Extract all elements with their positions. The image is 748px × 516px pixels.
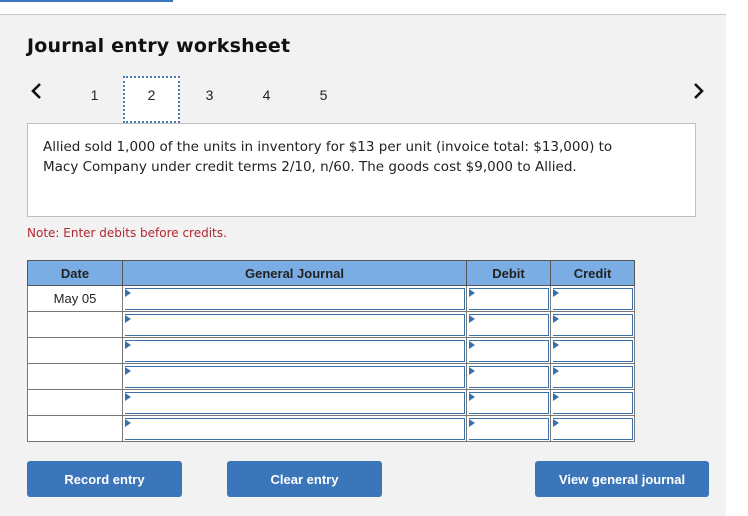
journal-row (27, 389, 635, 416)
question-text: Allied sold 1,000 of the units in invent… (43, 139, 613, 175)
date-cell[interactable]: May 05 (27, 285, 123, 312)
date-cell[interactable] (27, 311, 123, 338)
account-input[interactable] (125, 418, 465, 440)
credit-input[interactable] (553, 418, 633, 440)
account-cell (122, 363, 467, 390)
page-tab-3[interactable]: 3 (181, 76, 238, 123)
account-cell (122, 337, 467, 364)
credit-cell (550, 389, 635, 416)
column-header-credit: Credit (550, 260, 635, 286)
journal-row (27, 363, 635, 390)
account-input[interactable] (125, 366, 465, 388)
credit-cell (550, 363, 635, 390)
top-progress-bar (0, 0, 173, 2)
date-cell[interactable] (27, 415, 123, 442)
page-tab-4[interactable]: 4 (238, 76, 295, 123)
account-cell (122, 285, 467, 312)
debit-input[interactable] (469, 314, 549, 336)
account-input[interactable] (125, 288, 465, 310)
credit-input[interactable] (553, 366, 633, 388)
debit-cell (466, 363, 551, 390)
account-input[interactable] (125, 340, 465, 362)
credit-cell (550, 311, 635, 338)
debit-cell (466, 389, 551, 416)
journal-row (27, 415, 635, 442)
clear-entry-button[interactable]: Clear entry (227, 461, 382, 497)
debit-cell (466, 285, 551, 312)
debit-cell (466, 415, 551, 442)
credit-cell (550, 337, 635, 364)
credit-cell (550, 285, 635, 312)
debit-cell (466, 311, 551, 338)
debit-input[interactable] (469, 340, 549, 362)
chevron-right-icon[interactable] (693, 82, 705, 104)
debit-cell (466, 337, 551, 364)
debit-input[interactable] (469, 418, 549, 440)
journal-row: May 05 (27, 285, 635, 312)
journal-header-row: Date General Journal Debit Credit (27, 260, 635, 286)
page-tab-5[interactable]: 5 (295, 76, 352, 123)
question-box: Allied sold 1,000 of the units in invent… (27, 123, 696, 217)
date-cell[interactable] (27, 389, 123, 416)
credit-input[interactable] (553, 340, 633, 362)
debit-input[interactable] (469, 366, 549, 388)
view-general-journal-button[interactable]: View general journal (535, 461, 709, 497)
account-input[interactable] (125, 392, 465, 414)
account-cell (122, 311, 467, 338)
credit-cell (550, 415, 635, 442)
account-cell (122, 389, 467, 416)
journal-table: Date General Journal Debit Credit May 05 (27, 260, 635, 442)
column-header-date: Date (27, 260, 123, 286)
page-tab-2[interactable]: 2 (123, 76, 180, 123)
credit-input[interactable] (553, 392, 633, 414)
journal-row (27, 311, 635, 338)
column-header-general-journal: General Journal (122, 260, 467, 286)
journal-row (27, 337, 635, 364)
date-cell[interactable] (27, 363, 123, 390)
account-cell (122, 415, 467, 442)
chevron-left-icon[interactable] (30, 82, 42, 104)
date-cell[interactable] (27, 337, 123, 364)
credit-input[interactable] (553, 288, 633, 310)
instruction-note: Note: Enter debits before credits. (27, 226, 227, 240)
debit-input[interactable] (469, 392, 549, 414)
page-tab-1[interactable]: 1 (66, 76, 123, 123)
account-input[interactable] (125, 314, 465, 336)
debit-input[interactable] (469, 288, 549, 310)
credit-input[interactable] (553, 314, 633, 336)
column-header-debit: Debit (466, 260, 551, 286)
record-entry-button[interactable]: Record entry (27, 461, 182, 497)
page-title: Journal entry worksheet (27, 35, 291, 57)
